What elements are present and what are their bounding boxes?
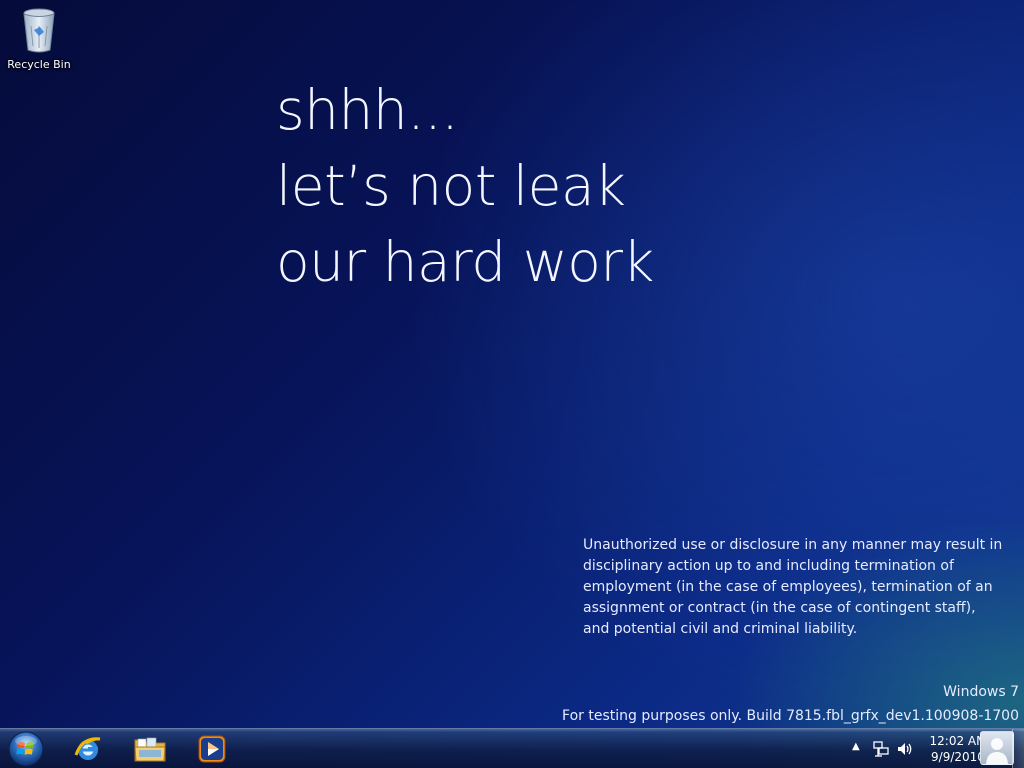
headline-line-3: our hard work: [276, 230, 654, 294]
taskbar-media-player[interactable]: [184, 731, 240, 767]
network-icon: [873, 741, 889, 757]
show-hidden-icons-button[interactable]: ▲: [852, 741, 860, 752]
user-avatar-icon: [986, 738, 1008, 764]
wallpaper-disclaimer: Unauthorized use or disclosure in any ma…: [583, 537, 1003, 637]
start-button[interactable]: [6, 730, 46, 768]
media-player-icon: [198, 735, 226, 763]
internet-explorer-icon: [74, 737, 101, 760]
network-tray-button[interactable]: [872, 740, 890, 762]
user-tile[interactable]: [980, 731, 1014, 765]
taskbar: ▲ 12:02 AM 9/9/2010: [0, 728, 1024, 768]
os-watermark: Windows 7: [943, 684, 1019, 700]
windows-logo-icon: [8, 731, 44, 767]
taskbar-windows-explorer[interactable]: [122, 731, 178, 767]
recycle-bin-desktop-icon[interactable]: Recycle Bin: [4, 4, 74, 71]
recycle-bin-label: Recycle Bin: [7, 58, 71, 71]
folder-icon: [134, 737, 166, 762]
speaker-icon: [898, 743, 912, 755]
wallpaper-headline: shhh... let’s not leak our hard work: [276, 72, 654, 300]
build-watermark: For testing purposes only. Build 7815.fb…: [562, 708, 1019, 724]
taskbar-internet-explorer[interactable]: [60, 731, 116, 767]
volume-tray-button[interactable]: [896, 740, 914, 762]
recycle-bin-icon: [23, 8, 55, 53]
system-tray: ▲ 12:02 AM 9/9/2010: [824, 729, 1024, 768]
headline-line-2: let’s not leak: [276, 154, 626, 218]
show-desktop-button[interactable]: [1012, 729, 1024, 768]
headline-line-1: shhh...: [276, 78, 459, 142]
